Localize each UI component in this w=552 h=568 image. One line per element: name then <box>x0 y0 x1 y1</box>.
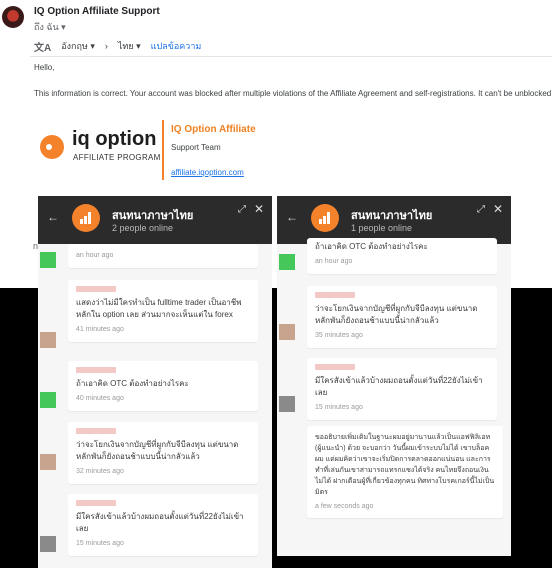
message-text: ถ้าเอาคิด OTC ต้องทำอย่างไรคะ <box>76 379 189 388</box>
message-text: ขออธิบายเพิ่มเติมในฐานะผมอยู่มานานแล้วเป… <box>315 434 495 496</box>
iq-option-logo-icon <box>40 135 64 159</box>
chat-message: มีใครสังเข้าแล้วบ้างผมถอนตั้งแต่วันที่22… <box>68 494 258 556</box>
close-icon[interactable]: ✕ <box>254 202 264 216</box>
username <box>76 500 116 506</box>
message-text: ถ้าเอาคิด OTC ต้องทำอย่างไรคะ <box>315 242 428 251</box>
message-time: 32 minutes ago <box>76 468 124 475</box>
chat-room-logo <box>72 204 100 232</box>
email-greeting: Hello, <box>34 63 55 72</box>
signature-title: IQ Option Affiliate <box>171 124 256 135</box>
back-arrow-icon[interactable]: ← <box>47 210 59 224</box>
recipient-label: ถึง ฉัน <box>34 22 59 32</box>
chat-room-logo <box>311 204 339 232</box>
username <box>76 428 116 434</box>
message-time: 15 minutes ago <box>315 404 363 411</box>
chat-window-right: ← สนทนาภาษาไทย 1 people online ⤢ ✕ ถ้าเอ… <box>277 196 511 556</box>
user-avatar <box>279 324 295 340</box>
username <box>76 286 116 292</box>
expand-icon[interactable]: ⤢ <box>238 204 246 215</box>
user-avatar <box>40 252 56 268</box>
chat-room-name: สนทนาภาษาไทย <box>351 210 433 222</box>
message-text: แสดงว่าไม่มีใครทำเป็น fulltime trader เป… <box>76 298 242 319</box>
affiliate-link[interactable]: affiliate.iqoption.com <box>171 168 244 177</box>
divider <box>30 56 552 57</box>
signature-team: Support Team <box>171 143 221 152</box>
chat-window-left: ← สนทนาภาษาไทย 2 people online ⤢ ✕ an ho… <box>38 196 272 568</box>
logo-wordmark: iq option <box>72 128 157 150</box>
message-time: an hour ago <box>76 252 114 259</box>
username <box>315 292 355 298</box>
target-language-select[interactable]: ไทย ▾ <box>118 39 141 53</box>
message-text: ว่าจะโยกเงินจากบัญชีที่ผูกกับจีบีลงทุน แ… <box>315 304 478 325</box>
arrow-right-icon: › <box>104 41 108 51</box>
chat-message: ขออธิบายเพิ่มเติมในฐานะผมอยู่มานานแล้วเป… <box>307 426 503 518</box>
chat-message: ว่าจะโยกเงินจากบัญชีที่ผูกกับจีบีลงทุน แ… <box>307 286 497 348</box>
sender-avatar[interactable] <box>2 6 24 28</box>
logo-subtitle: AFFILIATE PROGRAM <box>73 153 161 162</box>
close-icon[interactable]: ✕ <box>493 202 503 216</box>
expand-icon[interactable]: ⤢ <box>477 204 485 215</box>
message-time: 40 minutes ago <box>76 395 124 402</box>
message-time: 41 minutes ago <box>76 326 124 333</box>
online-count: 1 people online <box>351 223 413 233</box>
chevron-down-icon: ▾ <box>61 22 66 32</box>
user-avatar <box>40 536 56 552</box>
chat-message: ถ้าเอาคิด OTC ต้องทำอย่างไรคะ 40 minutes… <box>68 361 258 411</box>
message-time: 15 minutes ago <box>76 540 124 547</box>
chat-message: ถ้าเอาคิด OTC ต้องทำอย่างไรคะ an hour ag… <box>307 238 497 274</box>
translate-icon: 文A <box>34 42 52 54</box>
chat-message: มีใครสังเข้าแล้วบ้างผมถอนตั้งแต่วันที่22… <box>307 358 497 420</box>
message-text: ว่าจะโยกเงินจากบัญชีที่ผูกกับจีบีลงทุน แ… <box>76 440 239 461</box>
message-time: an hour ago <box>315 258 353 265</box>
translate-message-link[interactable]: แปลข้อความ <box>151 39 202 53</box>
user-avatar <box>40 454 56 470</box>
translate-bar: 文A อังกฤษ ▾ › ไทย ▾ แปลข้อความ <box>34 38 201 54</box>
email-header: IQ Option Affiliate Support ถึง ฉัน ▾ <box>0 0 552 36</box>
user-avatar <box>40 392 56 408</box>
username <box>76 367 116 373</box>
chat-header: ← สนทนาภาษาไทย 2 people online ⤢ ✕ <box>38 196 272 244</box>
chat-header: ← สนทนาภาษาไทย 1 people online ⤢ ✕ <box>277 196 511 244</box>
chat-room-name: สนทนาภาษาไทย <box>112 210 194 222</box>
source-language-select[interactable]: อังกฤษ ▾ <box>61 39 95 53</box>
back-arrow-icon[interactable]: ← <box>286 210 298 224</box>
chat-message: แสดงว่าไม่มีใครทำเป็น fulltime trader เป… <box>68 280 258 342</box>
chat-message: an hour ago <box>68 244 258 268</box>
email-message: This information is correct. Your accoun… <box>34 89 552 98</box>
target-language-label: ไทย <box>117 41 134 51</box>
username <box>315 364 355 370</box>
signature-divider <box>162 120 164 180</box>
message-time: a few seconds ago <box>315 503 374 510</box>
message-time: 35 minutes ago <box>315 332 363 339</box>
message-text: มีใครสังเข้าแล้วบ้างผมถอนตั้งแต่วันที่22… <box>76 512 244 533</box>
chat-message: ว่าจะโยกเงินจากบัญชีที่ผูกกับจีบีลงทุน แ… <box>68 422 258 484</box>
user-avatar <box>279 396 295 412</box>
user-avatar <box>279 254 295 270</box>
recipient-dropdown[interactable]: ถึง ฉัน ▾ <box>34 20 66 34</box>
online-count: 2 people online <box>112 223 174 233</box>
sender-name[interactable]: IQ Option Affiliate Support <box>34 6 160 17</box>
user-avatar <box>40 332 56 348</box>
message-text: มีใครสังเข้าแล้วบ้างผมถอนตั้งแต่วันที่22… <box>315 376 483 397</box>
source-language-label: อังกฤษ <box>61 41 88 51</box>
